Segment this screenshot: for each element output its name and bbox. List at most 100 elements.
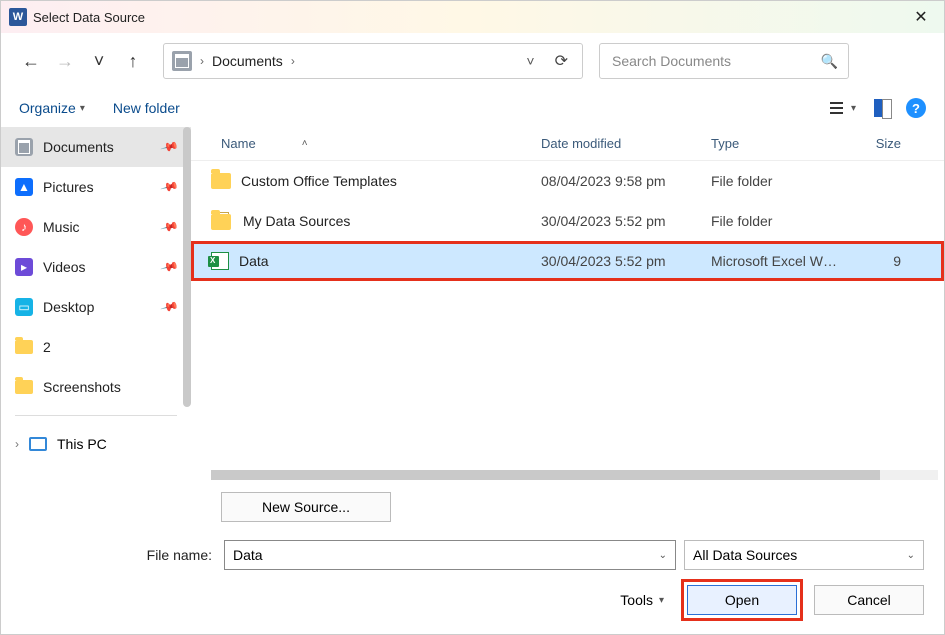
folder-icon: [211, 173, 231, 189]
sort-ascending-icon: ˄: [302, 138, 308, 149]
file-date: 30/04/2023 5:52 pm: [541, 253, 711, 269]
column-header-size[interactable]: Size: [861, 136, 911, 151]
sidebar-item-desktop[interactable]: ▭ Desktop 📌: [1, 287, 191, 327]
horizontal-scrollbar[interactable]: [211, 470, 938, 480]
chevron-down-icon: ▾: [80, 103, 85, 114]
file-date: 08/04/2023 9:58 pm: [541, 173, 711, 189]
view-menu-chevron-icon[interactable]: ▾: [851, 103, 856, 114]
pin-icon: 📌: [160, 177, 180, 197]
close-button[interactable]: ✕: [898, 1, 944, 33]
sidebar-item-label: Screenshots: [43, 379, 121, 395]
file-type: Microsoft Excel W…: [711, 253, 861, 269]
chevron-right-icon: ›: [15, 437, 19, 451]
filename-value: Data: [233, 547, 263, 563]
filename-combobox[interactable]: Data ⌄: [224, 540, 676, 570]
videos-icon: ▸: [15, 258, 33, 276]
file-name: Custom Office Templates: [241, 173, 397, 189]
arrow-right-icon: →: [56, 51, 74, 72]
sidebar-item-label: 2: [43, 339, 51, 355]
view-menu-button[interactable]: [825, 95, 851, 121]
breadcrumb-chevron-icon: ›: [200, 54, 204, 68]
open-button-highlight: Open: [684, 582, 800, 618]
sidebar-item-folder-2[interactable]: 2: [1, 327, 191, 367]
pin-icon: 📌: [160, 137, 180, 157]
cancel-button[interactable]: Cancel: [814, 585, 924, 615]
sidebar-item-label: Music: [43, 219, 80, 235]
file-type: File folder: [711, 213, 861, 229]
list-view-icon: [829, 101, 847, 115]
sidebar-divider: [15, 415, 177, 416]
sidebar-item-this-pc[interactable]: › This PC: [1, 424, 191, 464]
column-header-name[interactable]: Name ˄: [221, 136, 541, 151]
data-sources-folder-icon: [211, 212, 233, 230]
desktop-icon: ▭: [15, 298, 33, 316]
new-folder-button[interactable]: New folder: [113, 100, 180, 116]
address-dropdown-button[interactable]: ˅: [520, 53, 540, 69]
select-data-source-dialog: W Select Data Source ✕ ← → ˅ ↑ › Documen…: [0, 0, 945, 635]
command-bar: Organize ▾ New folder ▾ ?: [1, 89, 944, 127]
navigation-pane: Documents 📌 ▲ Pictures 📌 ♪ Music 📌 ▸ Vid…: [1, 127, 191, 480]
file-name: Data: [239, 253, 269, 269]
column-header-type[interactable]: Type: [711, 136, 861, 151]
sidebar-item-videos[interactable]: ▸ Videos 📌: [1, 247, 191, 287]
excel-file-icon: [211, 252, 229, 270]
organize-menu[interactable]: Organize ▾: [19, 100, 85, 116]
help-button[interactable]: ?: [906, 98, 926, 118]
arrow-left-icon: ←: [22, 51, 40, 72]
chevron-down-icon: ˅: [526, 53, 534, 69]
chevron-down-icon: ⌄: [907, 550, 915, 561]
file-list: Name ˄ Date modified Type Size Custom Of…: [191, 127, 944, 480]
pin-icon: 📌: [160, 297, 180, 317]
dialog-title: Select Data Source: [33, 10, 898, 25]
refresh-button[interactable]: ⟳: [549, 51, 574, 71]
sidebar-item-pictures[interactable]: ▲ Pictures 📌: [1, 167, 191, 207]
file-row[interactable]: Custom Office Templates 08/04/2023 9:58 …: [191, 161, 944, 201]
sidebar-item-screenshots[interactable]: Screenshots: [1, 367, 191, 407]
sidebar-item-documents[interactable]: Documents 📌: [1, 127, 191, 167]
word-app-icon: W: [9, 8, 27, 26]
chevron-down-icon: ▾: [659, 595, 664, 606]
pin-icon: 📌: [160, 257, 180, 277]
folder-icon: [15, 340, 33, 354]
file-row-selected[interactable]: Data 30/04/2023 5:52 pm Microsoft Excel …: [191, 241, 944, 281]
music-icon: ♪: [15, 218, 33, 236]
pictures-icon: ▲: [15, 178, 33, 196]
sidebar-item-label: Videos: [43, 259, 86, 275]
search-box[interactable]: 🔍: [599, 43, 849, 79]
file-name: My Data Sources: [243, 213, 350, 229]
arrow-up-icon: ↑: [129, 51, 138, 72]
folder-icon: [15, 380, 33, 394]
preview-pane-button[interactable]: [870, 95, 896, 121]
help-icon: ?: [912, 101, 920, 116]
main-area: Documents 📌 ▲ Pictures 📌 ♪ Music 📌 ▸ Vid…: [1, 127, 944, 480]
sidebar-item-label: Pictures: [43, 179, 94, 195]
sidebar-item-music[interactable]: ♪ Music 📌: [1, 207, 191, 247]
column-header-date[interactable]: Date modified: [541, 136, 711, 151]
search-input[interactable]: [610, 52, 821, 70]
title-bar: W Select Data Source ✕: [1, 1, 944, 33]
preview-pane-icon: [874, 99, 892, 117]
sidebar-item-label: Desktop: [43, 299, 94, 315]
new-source-button[interactable]: New Source...: [221, 492, 391, 522]
open-button[interactable]: Open: [687, 585, 797, 615]
search-icon: 🔍: [821, 53, 838, 70]
column-headers: Name ˄ Date modified Type Size: [191, 127, 944, 161]
this-pc-icon: [29, 437, 47, 451]
forward-button[interactable]: →: [51, 47, 79, 75]
tools-menu[interactable]: Tools ▾: [620, 592, 664, 608]
scrollbar-thumb[interactable]: [211, 470, 880, 480]
address-bar[interactable]: › Documents › ˅ ⟳: [163, 43, 583, 79]
file-type-filter[interactable]: All Data Sources ⌄: [684, 540, 924, 570]
sidebar-scrollbar[interactable]: [183, 127, 191, 407]
up-button[interactable]: ↑: [119, 47, 147, 75]
pin-icon: 📌: [160, 217, 180, 237]
file-type-value: All Data Sources: [693, 547, 797, 563]
breadcrumb-location[interactable]: Documents: [212, 53, 283, 69]
breadcrumb-chevron-icon[interactable]: ›: [291, 54, 295, 68]
file-row[interactable]: My Data Sources 30/04/2023 5:52 pm File …: [191, 201, 944, 241]
navigation-bar: ← → ˅ ↑ › Documents › ˅ ⟳ 🔍: [1, 33, 944, 89]
file-date: 30/04/2023 5:52 pm: [541, 213, 711, 229]
organize-label: Organize: [19, 100, 76, 116]
recent-locations-button[interactable]: ˅: [85, 47, 113, 75]
back-button[interactable]: ←: [17, 47, 45, 75]
